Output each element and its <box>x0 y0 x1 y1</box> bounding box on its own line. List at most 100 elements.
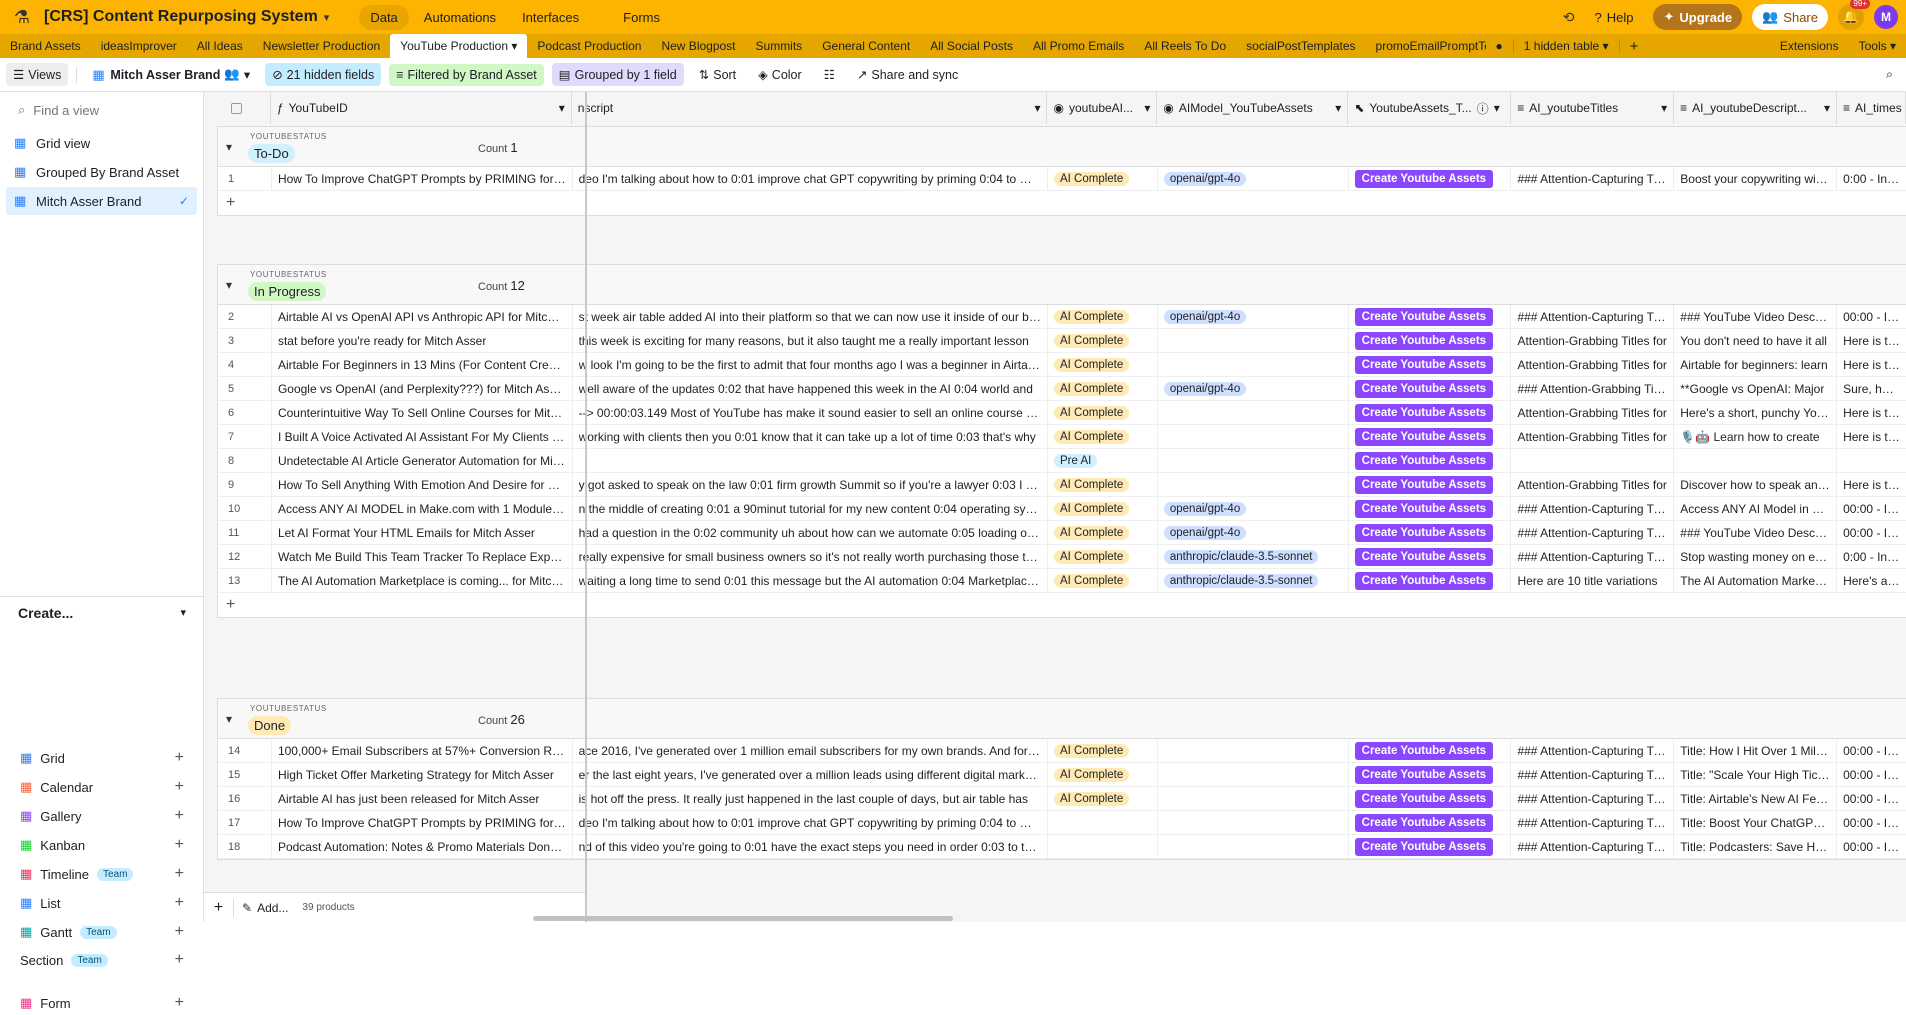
row-number[interactable]: 4 <box>218 352 272 377</box>
group-header[interactable]: ▾ YOUTUBESTATUS Done Count 26 <box>218 699 1906 739</box>
cell-transcript[interactable]: working with clients then you 0:01 know … <box>573 424 1048 449</box>
cell-titles[interactable]: ### Attention-Capturing Titles <box>1511 520 1675 545</box>
row-number[interactable]: 9 <box>218 472 272 497</box>
cell-titles[interactable]: ### Attention-Grabbing Titles <box>1511 376 1675 401</box>
filter-button[interactable]: ≡ Filtered by Brand Asset <box>389 63 544 86</box>
cell-model[interactable]: anthropic/claude-3.5-sonnet <box>1158 544 1349 569</box>
nav-forms[interactable]: Forms <box>612 5 671 30</box>
column-aimodel[interactable]: ◉ AIModel_YouTubeAssets ▾ <box>1157 92 1349 124</box>
row-number[interactable]: 17 <box>218 810 272 835</box>
create-youtube-assets-button[interactable]: Create Youtube Assets <box>1354 307 1494 326</box>
cell-model[interactable]: openai/gpt-4o <box>1158 520 1349 545</box>
history-icon[interactable]: ⟲ <box>1563 9 1575 26</box>
plus-icon[interactable]: + <box>175 894 184 912</box>
cell-description[interactable]: Stop wasting money on expensive <box>1674 544 1838 569</box>
create-youtube-assets-button[interactable]: Create Youtube Assets <box>1354 451 1494 470</box>
cell-youtubeid[interactable]: stat before you're ready for Mitch Asser <box>272 328 573 353</box>
tab-brand-assets[interactable]: Brand Assets <box>0 34 91 58</box>
cell-youtubeid[interactable]: How To Improve ChatGPT Prompts by PRIMIN… <box>272 810 573 835</box>
cell-model[interactable] <box>1158 810 1349 835</box>
cell-titles[interactable]: Attention-Grabbing Titles for <box>1511 400 1675 425</box>
table-row[interactable]: 1 How To Improve ChatGPT Prompts by PRIMI… <box>218 166 1906 191</box>
cell-description[interactable]: Access ANY AI Model in Make <box>1674 496 1838 521</box>
group-button[interactable]: ▤ Grouped by 1 field <box>551 63 684 86</box>
tab-socialposttemplates[interactable]: socialPostTemplates <box>1236 34 1365 58</box>
row-number[interactable]: 8 <box>218 448 272 473</box>
create-form[interactable]: ▦ Form + <box>0 991 204 1015</box>
cell-description[interactable] <box>1674 448 1838 473</box>
cell-description[interactable]: Title: Airtable's New AI Feature <box>1674 786 1838 811</box>
cell-model[interactable] <box>1158 424 1349 449</box>
cell-transcript[interactable]: st week air table added AI into their pl… <box>573 304 1048 329</box>
cell-titles[interactable]: ### Attention-Capturing Titles <box>1511 786 1675 811</box>
cell-description[interactable]: The AI Automation Marketplace <box>1674 568 1838 593</box>
cell-status[interactable]: AI Complete <box>1048 376 1158 401</box>
cell-transcript[interactable]: waiting a long time to send 0:01 this me… <box>573 568 1048 593</box>
cell-youtubeid[interactable]: Counterintuitive Way To Sell Online Cour… <box>272 400 573 425</box>
cell-timestamps[interactable]: 00:00 - Intr <box>1837 763 1906 787</box>
cell-status[interactable]: AI Complete <box>1048 472 1158 497</box>
cell-model[interactable] <box>1158 762 1349 787</box>
tab-newsletter-production[interactable]: Newsletter Production <box>253 34 390 58</box>
cell-model[interactable]: openai/gpt-4o <box>1158 166 1349 191</box>
plus-icon[interactable]: + <box>175 749 184 767</box>
cell-transcript[interactable]: really expensive for small business owne… <box>573 544 1048 569</box>
cell-titles[interactable]: ### Attention-Capturing Titles <box>1511 304 1675 329</box>
table-row[interactable]: 12 Watch Me Build This Team Tracker To Re… <box>218 544 1906 569</box>
column-youtubeassets-trigger[interactable]: ⬉ YoutubeAssets_T... ⓘ ▾ <box>1348 92 1512 124</box>
cell-transcript[interactable]: n the middle of creating 0:01 a 90minut … <box>573 496 1048 521</box>
cell-timestamps[interactable] <box>1837 449 1906 473</box>
tab-general-content[interactable]: General Content <box>812 34 920 58</box>
table-row[interactable]: 18 Podcast Automation: Notes & Promo Mate… <box>218 834 1906 859</box>
cell-model[interactable] <box>1158 328 1349 353</box>
cell-titles[interactable] <box>1511 448 1675 473</box>
cell-timestamps[interactable]: Here is the <box>1837 353 1906 377</box>
add-button[interactable]: ✎ Add... <box>234 901 296 915</box>
create-youtube-assets-button[interactable]: Create Youtube Assets <box>1354 355 1494 374</box>
cell-transcript[interactable]: this week is exciting for many reasons, … <box>573 328 1048 353</box>
plus-icon[interactable]: + <box>175 807 184 825</box>
cell-model[interactable]: anthropic/claude-3.5-sonnet <box>1158 568 1349 593</box>
row-height-icon[interactable]: ☷ <box>817 63 842 86</box>
cell-description[interactable]: **Google vs OpenAI: Major <box>1674 376 1838 401</box>
cell-description[interactable]: Airtable for beginners: learn <box>1674 352 1838 377</box>
cell-status[interactable]: AI Complete <box>1048 496 1158 521</box>
cell-transcript[interactable]: er the last eight years, I've generated … <box>573 762 1048 787</box>
table-row[interactable]: 3 stat before you're ready for Mitch Asse… <box>218 328 1906 353</box>
table-row[interactable]: 13 The AI Automation Marketplace is comin… <box>218 568 1906 593</box>
select-all-checkbox[interactable] <box>204 92 271 124</box>
cell-status[interactable] <box>1048 810 1158 835</box>
create-youtube-assets-button[interactable]: Create Youtube Assets <box>1354 837 1494 856</box>
hidden-fields-button[interactable]: ⊘ 21 hidden fields <box>265 63 382 86</box>
cell-status[interactable]: AI Complete <box>1048 304 1158 329</box>
cell-status[interactable]: AI Complete <box>1048 166 1158 191</box>
chevron-down-icon[interactable]: ▾ <box>226 140 232 154</box>
cell-description[interactable]: Here's a short, punchy YouTube <box>1674 400 1838 425</box>
cell-status[interactable]: AI Complete <box>1048 762 1158 787</box>
horizontal-scrollbar[interactable] <box>533 916 953 921</box>
row-number[interactable]: 6 <box>218 400 272 425</box>
cell-description[interactable]: Boost your copywriting with priming <box>1674 166 1838 191</box>
tab-new-blogpost[interactable]: New Blogpost <box>651 34 745 58</box>
table-row[interactable]: 14 100,000+ Email Subscribers at 57%+ Con… <box>218 738 1906 763</box>
table-row[interactable]: 16 Airtable AI has just been released for… <box>218 786 1906 811</box>
add-row-button[interactable]: + <box>218 593 1906 617</box>
column-ai-timestamps[interactable]: ≡ AI_times <box>1837 92 1906 124</box>
cell-status[interactable]: AI Complete <box>1048 328 1158 353</box>
cell-youtubeid[interactable]: High Ticket Offer Marketing Strategy for… <box>272 762 573 787</box>
create-youtube-assets-button[interactable]: Create Youtube Assets <box>1354 523 1494 542</box>
create-kanban[interactable]: ▦ Kanban + <box>0 833 204 857</box>
cell-titles[interactable]: ### Attention-Capturing Titles <box>1511 544 1675 569</box>
tab-all-social-posts[interactable]: All Social Posts <box>920 34 1023 58</box>
row-number[interactable]: 2 <box>218 304 272 329</box>
cell-timestamps[interactable]: 00:00 - Intr <box>1837 835 1906 859</box>
plus-icon[interactable]: + <box>175 778 184 796</box>
create-calendar[interactable]: ▦ Calendar + <box>0 775 204 799</box>
cell-youtubeid[interactable]: How To Sell Anything With Emotion And De… <box>272 472 573 497</box>
share-button[interactable]: 👥 Share <box>1752 4 1828 30</box>
cell-status[interactable]: AI Complete <box>1048 520 1158 545</box>
cell-description[interactable]: Title: "Scale Your High Ticket <box>1674 762 1838 787</box>
create-section[interactable]: Section Team + <box>0 948 204 972</box>
table-row[interactable]: 15 High Ticket Offer Marketing Strategy f… <box>218 762 1906 787</box>
cell-model[interactable] <box>1158 786 1349 811</box>
